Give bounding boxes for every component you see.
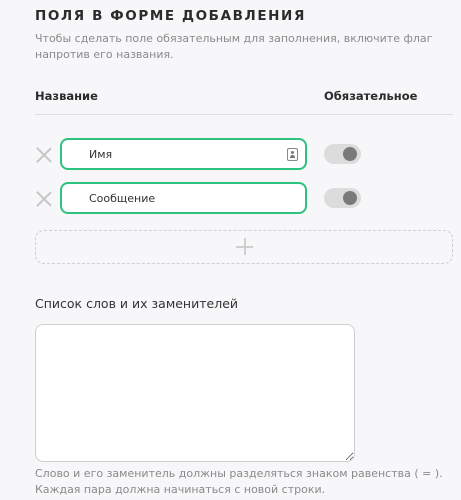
toggle-knob: [343, 191, 357, 205]
plus-icon: [236, 238, 253, 255]
field-row: [0, 138, 461, 172]
remove-field-icon[interactable]: [34, 145, 54, 165]
required-toggle[interactable]: [324, 188, 361, 208]
field-row: [0, 182, 461, 216]
section-title: ПОЛЯ В ФОРМЕ ДОБАВЛЕНИЯ: [35, 8, 306, 24]
replacements-hint: Слово и его заменитель должны разделятьс…: [35, 467, 443, 496]
remove-field-icon[interactable]: [34, 189, 54, 209]
column-header-name: Название: [35, 89, 98, 103]
field-name-input[interactable]: [60, 182, 307, 214]
header-divider: [35, 114, 453, 115]
key-icon[interactable]: [287, 148, 298, 161]
required-toggle[interactable]: [324, 144, 361, 164]
replacements-textarea[interactable]: [35, 324, 355, 462]
add-field-button[interactable]: [35, 230, 453, 264]
toggle-knob: [343, 147, 357, 161]
section-description: Чтобы сделать поле обязательным для запо…: [35, 32, 433, 61]
replacements-label: Список слов и их заменителей: [35, 296, 239, 311]
field-name-input[interactable]: [60, 138, 307, 170]
column-header-required: Обязательное: [324, 89, 418, 103]
